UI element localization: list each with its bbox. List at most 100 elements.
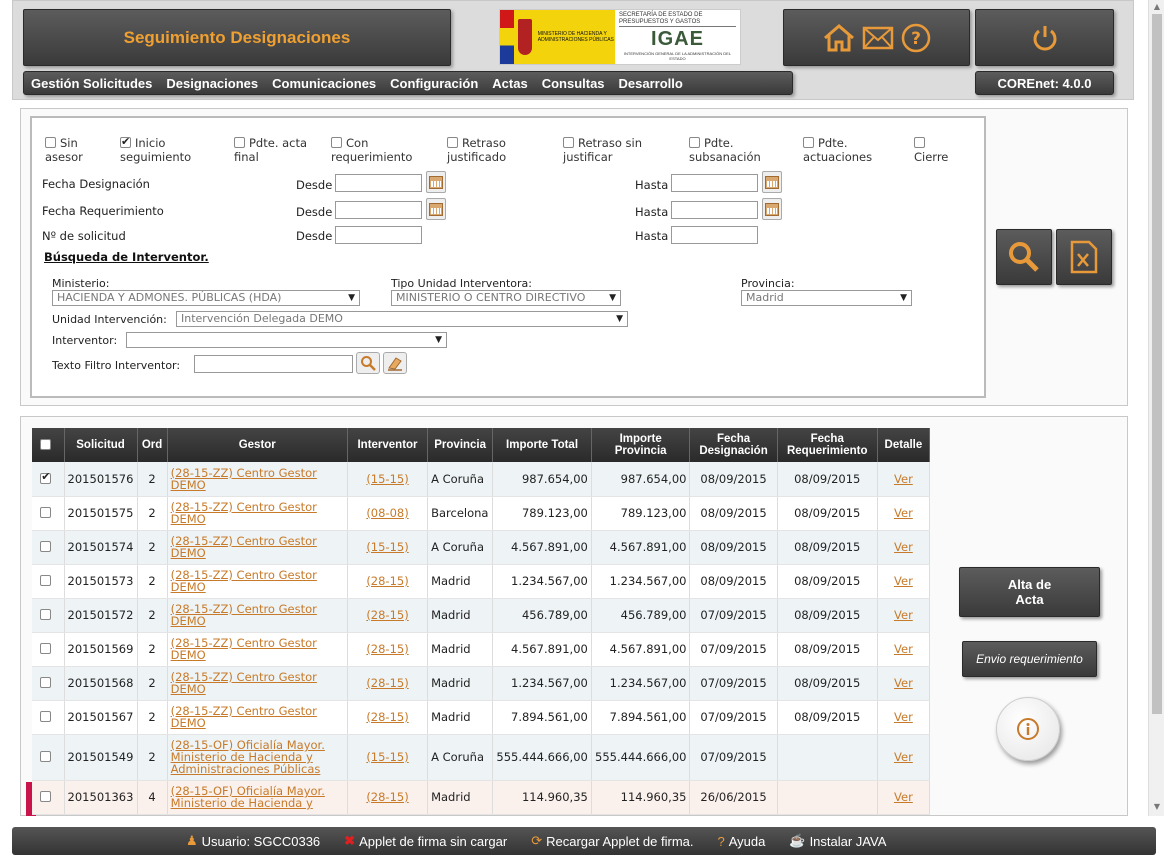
- num-solicitud-desde-input[interactable]: [335, 226, 422, 244]
- calendar-icon[interactable]: [762, 198, 782, 220]
- menu-consultas[interactable]: Consultas: [535, 76, 612, 91]
- row-checkbox-checked[interactable]: [40, 471, 52, 484]
- select-all-header[interactable]: [32, 428, 65, 462]
- cell-interventor[interactable]: (15-15): [347, 734, 429, 781]
- cell-gestor-link[interactable]: (28-15-ZZ) Centro Gestor DEMO: [171, 466, 317, 492]
- help-icon[interactable]: ?: [900, 22, 932, 54]
- mail-icon[interactable]: [862, 25, 894, 51]
- cell-gestor-link[interactable]: (28-15-OF) Oficialía Mayor. Ministerio d…: [171, 784, 325, 810]
- table-row[interactable]: 201501575 2 (28-15-ZZ) Centro Gestor DEMO (…: [32, 496, 931, 531]
- cell-gestor[interactable]: (28-15-ZZ) Centro Gestor DEMO: [167, 598, 348, 633]
- cell-select[interactable]: [32, 700, 65, 735]
- cell-detalle[interactable]: Ver: [877, 598, 931, 633]
- cell-gestor-link[interactable]: (28-15-ZZ) Centro Gestor DEMO: [171, 704, 317, 730]
- calendar-icon[interactable]: [762, 171, 782, 193]
- tipo-unidad-select[interactable]: MINISTERIO O CENTRO DIRECTIVO ▼: [391, 290, 621, 306]
- filter-inicio-seguimiento[interactable]: Inicioseguimiento: [120, 135, 191, 164]
- cell-interventor[interactable]: (28-15): [347, 700, 429, 735]
- scroll-down-icon[interactable]: ▼: [1152, 802, 1162, 812]
- col-gestor[interactable]: Gestor: [167, 428, 348, 462]
- cell-interventor[interactable]: (28-15): [347, 598, 429, 633]
- menu-comunicaciones[interactable]: Comunicaciones: [265, 76, 383, 91]
- provincia-select[interactable]: Madrid ▼: [741, 290, 912, 306]
- cell-select[interactable]: [32, 666, 65, 701]
- cell-interventor-link[interactable]: (28-15): [366, 608, 408, 622]
- cell-gestor[interactable]: (28-15-ZZ) Centro Gestor DEMO: [167, 496, 348, 531]
- col-ord[interactable]: Ord: [137, 428, 168, 462]
- fecha-designacion-desde-input[interactable]: [335, 174, 422, 192]
- filter-cierre[interactable]: Cierre: [914, 136, 948, 164]
- row-checkbox[interactable]: [40, 677, 52, 688]
- checkbox[interactable]: [689, 137, 700, 148]
- cell-gestor-link[interactable]: (28-15-ZZ) Centro Gestor DEMO: [171, 568, 317, 594]
- ayuda-link[interactable]: ? Ayuda: [718, 834, 766, 849]
- filter-pdte-subsanacion[interactable]: Pdte. subsanación: [689, 136, 761, 164]
- cell-interventor[interactable]: (15-15): [347, 530, 429, 565]
- filter-pdte-acta-final[interactable]: Pdte. acta final: [234, 136, 307, 164]
- cell-detalle[interactable]: Ver: [877, 734, 931, 781]
- col-fecha-requerimiento[interactable]: Fecha Requerimiento: [777, 428, 878, 462]
- cell-gestor-link[interactable]: (28-15-ZZ) Centro Gestor DEMO: [171, 602, 317, 628]
- cell-gestor-link[interactable]: (28-15-ZZ) Centro Gestor DEMO: [171, 636, 317, 662]
- cell-detalle-link[interactable]: Ver: [894, 790, 913, 804]
- checkbox[interactable]: [234, 137, 245, 148]
- col-interventor[interactable]: Interventor: [347, 428, 429, 462]
- cell-select[interactable]: [32, 734, 65, 781]
- table-row[interactable]: 201501572 2 (28-15-ZZ) Centro Gestor DEMO (…: [32, 598, 931, 633]
- logout-button[interactable]: [975, 9, 1114, 66]
- row-checkbox[interactable]: [40, 643, 52, 654]
- filter-retraso-sin-justificar[interactable]: Retraso sin justificar: [563, 136, 642, 164]
- cell-select[interactable]: [32, 564, 65, 599]
- unidad-intervencion-select[interactable]: Intervención Delegada DEMO ▼: [176, 311, 628, 327]
- ministerio-select[interactable]: HACIENDA Y ADMONES. PÚBLICAS (HDA) ▼: [52, 290, 360, 306]
- num-solicitud-hasta-input[interactable]: [671, 226, 758, 244]
- cell-select[interactable]: [32, 462, 65, 497]
- home-icon[interactable]: [822, 23, 856, 53]
- cell-detalle[interactable]: Ver: [877, 564, 931, 599]
- table-row[interactable]: 201501567 2 (28-15-ZZ) Centro Gestor DEMO (…: [32, 700, 931, 735]
- cell-interventor-link[interactable]: (28-15): [366, 790, 408, 804]
- filter-retraso-justificado[interactable]: Retraso justificado: [447, 136, 506, 164]
- row-checkbox[interactable]: [40, 711, 52, 722]
- cell-detalle[interactable]: Ver: [877, 700, 931, 735]
- cell-gestor[interactable]: (28-15-ZZ) Centro Gestor DEMO: [167, 564, 348, 599]
- cell-gestor-link[interactable]: (28-15-ZZ) Centro Gestor DEMO: [171, 534, 317, 560]
- col-fecha-designacion[interactable]: Fecha Designación: [689, 428, 778, 462]
- cell-interventor[interactable]: (15-15): [347, 462, 429, 497]
- cell-interventor[interactable]: (28-15): [347, 564, 429, 599]
- table-row[interactable]: 201501549 2 (28-15-OF) Oficialía Mayor. Mi…: [32, 734, 931, 781]
- texto-filtro-input[interactable]: [194, 355, 353, 373]
- cell-gestor[interactable]: (28-15-OF) Oficialía Mayor. Ministerio d…: [167, 734, 348, 781]
- envio-requerimiento-button[interactable]: Envio requerimiento: [962, 641, 1097, 677]
- cell-gestor[interactable]: (28-15-OF) Oficialía Mayor. Ministerio d…: [167, 780, 348, 815]
- cell-interventor[interactable]: (28-15): [347, 632, 429, 667]
- cell-detalle-link[interactable]: Ver: [894, 642, 913, 656]
- cell-gestor[interactable]: (28-15-ZZ) Centro Gestor DEMO: [167, 700, 348, 735]
- cell-gestor[interactable]: (28-15-ZZ) Centro Gestor DEMO: [167, 530, 348, 565]
- cell-detalle-link[interactable]: Ver: [894, 608, 913, 622]
- checkbox[interactable]: [563, 137, 574, 148]
- menu-gestion-solicitudes[interactable]: Gestión Solicitudes: [24, 76, 159, 91]
- col-importe-provincia[interactable]: Importe Provincia: [591, 428, 691, 462]
- select-all-checkbox[interactable]: [40, 438, 52, 450]
- cell-detalle[interactable]: Ver: [877, 530, 931, 565]
- col-importe-total[interactable]: Importe Total: [492, 428, 592, 462]
- filter-sin-asesor[interactable]: Sin asesor: [45, 136, 83, 164]
- menu-designaciones[interactable]: Designaciones: [159, 76, 265, 91]
- instalar-java-link[interactable]: ☕ Instalar JAVA: [789, 833, 886, 849]
- fecha-requerimiento-desde-input[interactable]: [335, 201, 422, 219]
- excel-export-button[interactable]: [1056, 229, 1112, 285]
- vertical-scrollbar[interactable]: ▲ ▼: [1148, 0, 1164, 816]
- cell-detalle[interactable]: Ver: [877, 496, 931, 531]
- cell-gestor[interactable]: (28-15-ZZ) Centro Gestor DEMO: [167, 632, 348, 667]
- fecha-requerimiento-hasta-input[interactable]: [671, 201, 758, 219]
- cell-interventor-link[interactable]: (28-15): [366, 574, 408, 588]
- cell-interventor[interactable]: (28-15): [347, 666, 429, 701]
- filter-pdte-actuaciones[interactable]: Pdte. actuaciones: [803, 136, 872, 164]
- cell-detalle-link[interactable]: Ver: [894, 750, 913, 764]
- table-row[interactable]: 201501568 2 (28-15-ZZ) Centro Gestor DEMO (…: [32, 666, 931, 701]
- cell-detalle[interactable]: Ver: [877, 632, 931, 667]
- interventor-select[interactable]: ▼: [126, 332, 447, 348]
- row-checkbox[interactable]: [40, 541, 52, 552]
- cell-select[interactable]: [32, 530, 65, 565]
